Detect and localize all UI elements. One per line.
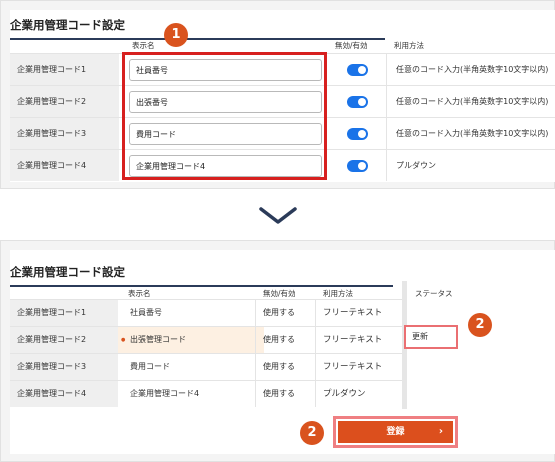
divider bbox=[386, 118, 387, 149]
enable-toggle-4[interactable] bbox=[347, 160, 368, 172]
divider bbox=[255, 354, 256, 380]
header-usage: 利用方法 bbox=[394, 41, 424, 50]
row-name: 社員番号 bbox=[130, 308, 162, 317]
register-button-label: 登録 bbox=[386, 427, 405, 437]
row-label: 企業用管理コード2 bbox=[10, 327, 118, 353]
row-name-changed: 出張管理コード bbox=[118, 327, 264, 353]
result-row-1: 企業用管理コード1 社員番号 使用する フリーテキスト bbox=[10, 299, 402, 326]
code-row-3: 企業用管理コード3 任意のコード入力(半角英数字10文字以内) bbox=[10, 117, 555, 149]
enable-toggle-1[interactable] bbox=[347, 64, 368, 76]
chevron-right-icon: › bbox=[438, 426, 443, 437]
result-row-3: 企業用管理コード3 費用コード 使用する フリーテキスト bbox=[10, 353, 402, 380]
section-title: 企業用管理コード設定 bbox=[10, 17, 385, 40]
row-label: 企業用管理コード3 bbox=[10, 354, 118, 380]
divider bbox=[315, 354, 316, 380]
header-enabled: 無効/有効 bbox=[263, 289, 296, 298]
divider bbox=[315, 300, 316, 326]
code-row-1: 企業用管理コード1 任意のコード入力(半角英数字10文字以内) bbox=[10, 53, 555, 85]
row-label: 企業用管理コード3 bbox=[10, 118, 119, 149]
row-usage: フリーテキスト bbox=[323, 308, 383, 318]
display-name-input-1[interactable] bbox=[129, 59, 322, 81]
divider bbox=[386, 86, 387, 117]
row-usage: フリーテキスト bbox=[323, 362, 383, 372]
row-usage: フリーテキスト bbox=[323, 335, 383, 345]
row-label: 企業用管理コード2 bbox=[10, 86, 119, 117]
row-label: 企業用管理コード4 bbox=[10, 381, 118, 407]
display-name-input-3[interactable] bbox=[129, 123, 322, 145]
display-name-input-4[interactable] bbox=[129, 155, 322, 177]
header-display-name: 表示名 bbox=[128, 289, 151, 298]
divider bbox=[255, 327, 256, 353]
status-badge: 更新 bbox=[404, 325, 458, 349]
step-badge-2-button: 2 bbox=[300, 421, 324, 445]
step-badge-1: 1 bbox=[164, 23, 188, 47]
divider bbox=[255, 300, 256, 326]
usage-text: プルダウン bbox=[396, 161, 436, 170]
step-badge-2-status: 2 bbox=[468, 313, 492, 337]
row-enabled: 使用する bbox=[263, 362, 295, 371]
row-usage: プルダウン bbox=[323, 389, 366, 399]
row-enabled: 使用する bbox=[263, 335, 295, 344]
register-button-face[interactable]: 登録 › bbox=[338, 421, 453, 443]
divider bbox=[315, 327, 316, 353]
header-display-name: 表示名 bbox=[132, 41, 155, 50]
divider bbox=[315, 381, 316, 407]
code-row-4: 企業用管理コード4 プルダウン bbox=[10, 149, 555, 181]
display-name-input-2[interactable] bbox=[129, 91, 322, 113]
row-name: 費用コード bbox=[130, 362, 170, 371]
usage-text: 任意のコード入力(半角英数字10文字以内) bbox=[396, 97, 549, 106]
divider bbox=[386, 150, 387, 181]
chevron-down-icon bbox=[259, 207, 297, 224]
row-label: 企業用管理コード4 bbox=[10, 150, 119, 181]
row-name: 企業用管理コード4 bbox=[130, 389, 200, 398]
divider bbox=[255, 381, 256, 407]
result-row-2: 企業用管理コード2 出張管理コード 使用する フリーテキスト bbox=[10, 326, 402, 353]
row-enabled: 使用する bbox=[263, 308, 295, 317]
enable-toggle-2[interactable] bbox=[347, 96, 368, 108]
enable-toggle-3[interactable] bbox=[347, 128, 368, 140]
row-label: 企業用管理コード1 bbox=[10, 300, 118, 326]
header-enabled: 無効/有効 bbox=[335, 41, 368, 50]
header-status: ステータス bbox=[415, 289, 453, 298]
row-label: 企業用管理コード1 bbox=[10, 54, 119, 85]
divider bbox=[386, 54, 387, 85]
result-row-4: 企業用管理コード4 企業用管理コード4 使用する プルダウン bbox=[10, 380, 402, 407]
register-button[interactable]: 登録 › bbox=[333, 416, 458, 448]
usage-text: 任意のコード入力(半角英数字10文字以内) bbox=[396, 65, 549, 74]
header-usage: 利用方法 bbox=[323, 289, 353, 298]
row-enabled: 使用する bbox=[263, 389, 295, 398]
code-row-2: 企業用管理コード2 任意のコード入力(半角英数字10文字以内) bbox=[10, 85, 555, 117]
usage-text: 任意のコード入力(半角英数字10文字以内) bbox=[396, 129, 549, 138]
section-title: 企業用管理コード設定 bbox=[10, 264, 393, 287]
